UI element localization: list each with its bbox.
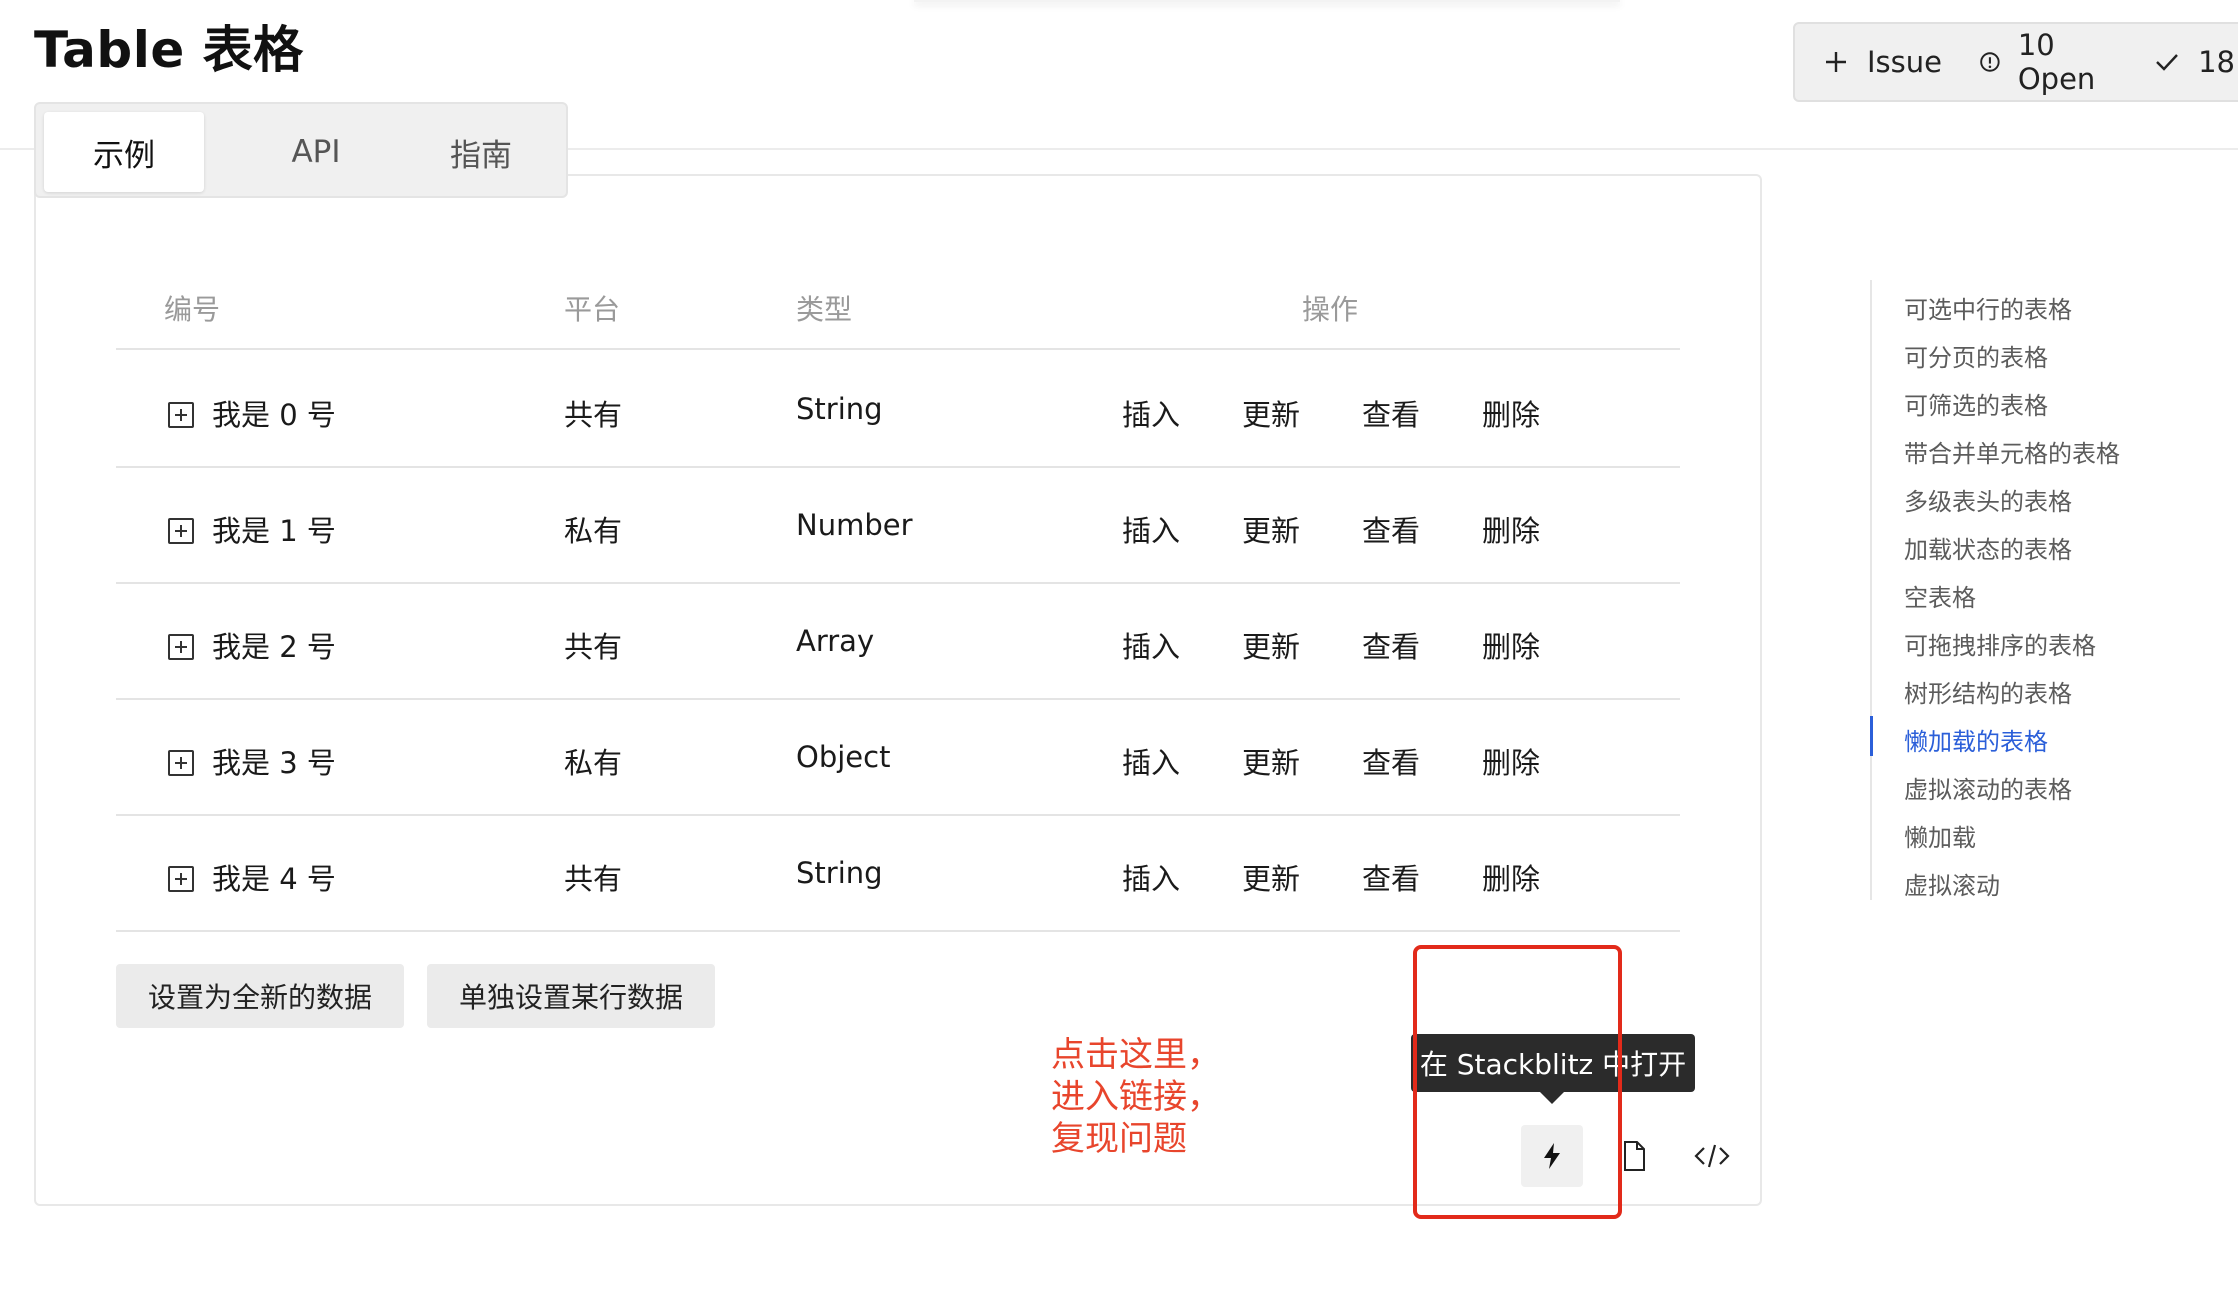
toc-item[interactable]: 多级表头的表格 xyxy=(1904,482,2072,517)
info-circle-icon xyxy=(1980,52,2000,72)
expand-row-icon[interactable] xyxy=(168,750,194,776)
row-name: 我是 2 号 xyxy=(212,630,336,664)
view-link[interactable]: 查看 xyxy=(1362,624,1420,666)
insert-link[interactable]: 插入 xyxy=(1122,392,1180,434)
expand-row-icon[interactable] xyxy=(168,866,194,892)
update-link[interactable]: 更新 xyxy=(1242,392,1300,434)
set-row-data-button[interactable]: 单独设置某行数据 xyxy=(427,964,715,1028)
row-platform: 共有 xyxy=(564,862,623,896)
page-title: Table 表格 xyxy=(34,21,304,79)
plus-icon xyxy=(1826,52,1846,72)
update-link[interactable]: 更新 xyxy=(1242,508,1300,550)
tab-guide[interactable]: 指南 xyxy=(406,112,556,192)
table-row: 我是 3 号 私有 Object 插入 更新 查看 删除 xyxy=(116,700,1680,816)
table-row: 我是 0 号 共有 String 插入 更新 查看 删除 xyxy=(116,352,1680,468)
update-link[interactable]: 更新 xyxy=(1242,856,1300,898)
row-platform: 私有 xyxy=(564,514,623,548)
insert-link[interactable]: 插入 xyxy=(1122,508,1180,550)
row-type: Array xyxy=(796,624,875,658)
column-header-id: 编号 xyxy=(164,293,221,326)
new-issue-label: Issue xyxy=(1867,45,1942,79)
set-all-data-button[interactable]: 设置为全新的数据 xyxy=(116,964,404,1028)
toc-item[interactable]: 树形结构的表格 xyxy=(1904,674,2072,709)
issue-toolbar: Issue 10 Open 18 xyxy=(1793,22,2238,102)
delete-link[interactable]: 删除 xyxy=(1482,740,1540,782)
expand-row-icon[interactable] xyxy=(168,518,194,544)
row-platform: 私有 xyxy=(564,746,623,780)
row-name: 我是 4 号 xyxy=(212,862,336,896)
show-code-button[interactable] xyxy=(1681,1125,1743,1187)
toc-item[interactable]: 虚拟滚动 xyxy=(1904,866,2000,901)
column-header-type: 类型 xyxy=(796,293,853,326)
expand-row-icon[interactable] xyxy=(168,634,194,660)
row-type: Object xyxy=(796,740,891,774)
row-type: Number xyxy=(796,508,913,542)
row-type: String xyxy=(796,856,883,890)
row-platform: 共有 xyxy=(564,630,623,664)
highlight-box xyxy=(1413,945,1622,1219)
toc-item[interactable]: 可分页的表格 xyxy=(1904,338,2048,373)
update-link[interactable]: 更新 xyxy=(1242,624,1300,666)
toc-item[interactable]: 可筛选的表格 xyxy=(1904,386,2048,421)
toc-item[interactable]: 虚拟滚动的表格 xyxy=(1904,770,2072,805)
delete-link[interactable]: 删除 xyxy=(1482,624,1540,666)
toc-active-marker xyxy=(1870,716,1873,756)
tab-api[interactable]: API xyxy=(246,112,386,192)
row-name: 我是 1 号 xyxy=(212,514,336,548)
table-header: 编号 平台 类型 操作 xyxy=(116,280,1680,350)
view-link[interactable]: 查看 xyxy=(1362,856,1420,898)
annotation-note: 点击这里， 进入链接， 复现问题 xyxy=(1051,1034,1221,1160)
annotation-line: 进入链接， xyxy=(1051,1077,1221,1117)
open-issues-button[interactable]: 10 Open xyxy=(1978,28,2116,96)
toc-item[interactable]: 懒加载 xyxy=(1904,818,1976,853)
new-issue-button[interactable]: Issue xyxy=(1821,45,1942,79)
toc-item-active[interactable]: 懒加载的表格 xyxy=(1904,722,2048,757)
annotation-line: 点击这里， xyxy=(1051,1035,1221,1075)
top-overlay-edge xyxy=(914,0,1620,2)
table-row: 我是 2 号 共有 Array 插入 更新 查看 删除 xyxy=(116,584,1680,700)
delete-link[interactable]: 删除 xyxy=(1482,856,1540,898)
view-link[interactable]: 查看 xyxy=(1362,392,1420,434)
insert-link[interactable]: 插入 xyxy=(1122,624,1180,666)
column-header-actions: 操作 xyxy=(1302,293,1359,326)
code-icon xyxy=(1694,1144,1730,1168)
delete-link[interactable]: 删除 xyxy=(1482,392,1540,434)
column-header-platform: 平台 xyxy=(564,293,621,326)
row-type: String xyxy=(796,392,883,426)
toc-item[interactable]: 可拖拽排序的表格 xyxy=(1904,626,2096,661)
row-name: 我是 0 号 xyxy=(212,398,336,432)
delete-link[interactable]: 删除 xyxy=(1482,508,1540,550)
toc-item[interactable]: 可选中行的表格 xyxy=(1904,290,2072,325)
update-link[interactable]: 更新 xyxy=(1242,740,1300,782)
annotation-line: 复现问题 xyxy=(1051,1119,1187,1159)
check-icon xyxy=(2156,54,2178,71)
closed-issues-label: 18 xyxy=(2198,45,2235,79)
expand-row-icon[interactable] xyxy=(168,402,194,428)
file-icon xyxy=(1624,1141,1645,1171)
toc-item[interactable]: 带合并单元格的表格 xyxy=(1904,434,2120,469)
toc-item[interactable]: 空表格 xyxy=(1904,578,1976,613)
insert-link[interactable]: 插入 xyxy=(1122,740,1180,782)
tab-examples[interactable]: 示例 xyxy=(44,112,204,192)
row-name: 我是 3 号 xyxy=(212,746,336,780)
table-of-contents: 可选中行的表格 可分页的表格 可筛选的表格 带合并单元格的表格 多级表头的表格 … xyxy=(1870,280,2200,900)
toc-item[interactable]: 加载状态的表格 xyxy=(1904,530,2072,565)
view-link[interactable]: 查看 xyxy=(1362,740,1420,782)
row-platform: 共有 xyxy=(564,398,623,432)
doc-tabs: 示例 API 指南 xyxy=(34,102,568,198)
open-issues-label: 10 Open xyxy=(2017,28,2096,96)
view-link[interactable]: 查看 xyxy=(1362,508,1420,550)
table-row: 我是 1 号 私有 Number 插入 更新 查看 删除 xyxy=(116,468,1680,584)
closed-issues-button[interactable]: 18 xyxy=(2152,45,2235,79)
insert-link[interactable]: 插入 xyxy=(1122,856,1180,898)
table-row: 我是 4 号 共有 String 插入 更新 查看 删除 xyxy=(116,816,1680,932)
